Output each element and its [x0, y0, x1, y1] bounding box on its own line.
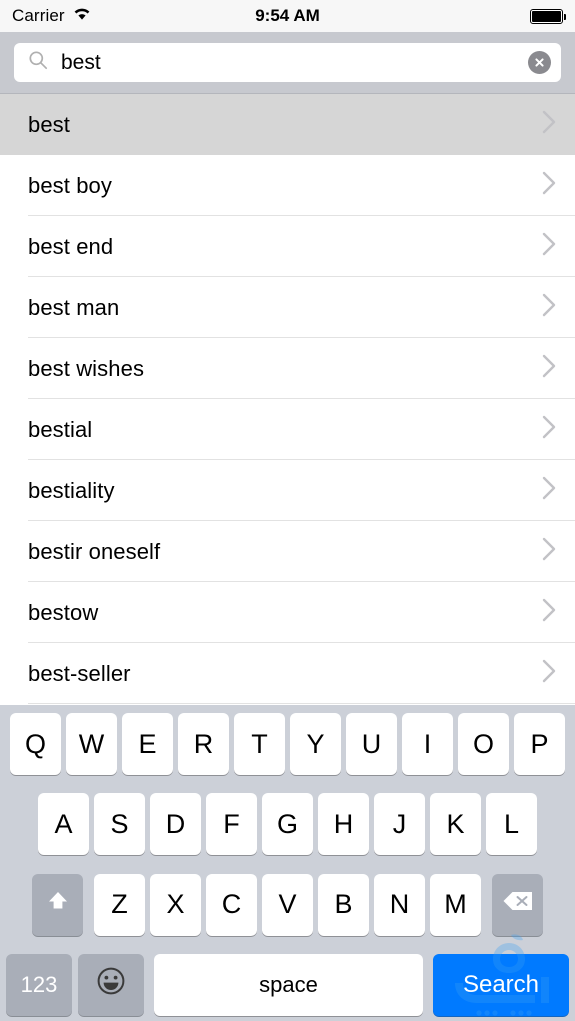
- key-d[interactable]: D: [150, 793, 201, 856]
- result-row[interactable]: best boy: [0, 155, 575, 216]
- key-s[interactable]: S: [94, 793, 145, 856]
- key-c[interactable]: C: [206, 873, 257, 936]
- result-row-label: bestow: [28, 599, 99, 625]
- key-o[interactable]: O: [458, 713, 509, 775]
- result-row[interactable]: bestiality: [0, 460, 575, 521]
- result-row-label: bestir oneself: [28, 538, 161, 564]
- key-g[interactable]: G: [262, 793, 313, 856]
- result-row[interactable]: best end: [0, 216, 575, 277]
- chevron-right-icon: [541, 475, 557, 506]
- search-input-value: best: [61, 52, 101, 73]
- result-row-label: bestiality: [28, 477, 115, 503]
- space-key[interactable]: space: [154, 953, 423, 1016]
- result-row-label: best-seller: [28, 660, 131, 686]
- result-row-label: best: [28, 111, 70, 137]
- keyboard-row-2: ASDFGHJKL: [3, 793, 572, 856]
- chevron-right-icon: [541, 109, 557, 140]
- result-row-label: best end: [28, 233, 114, 259]
- result-row[interactable]: bestow: [0, 582, 575, 643]
- search-results-list[interactable]: best best boy best end best man best wishes b…: [0, 94, 575, 705]
- result-row-label: best man: [28, 294, 120, 320]
- result-row-label: best boy: [28, 172, 112, 198]
- key-j[interactable]: J: [374, 793, 425, 856]
- chevron-right-icon: [541, 414, 557, 445]
- numeric-key[interactable]: 123: [6, 953, 72, 1016]
- key-x[interactable]: X: [150, 873, 201, 936]
- key-b[interactable]: B: [318, 873, 369, 936]
- status-bar-left: Carrier: [12, 6, 92, 26]
- result-row-label: bestial: [28, 416, 93, 442]
- result-row[interactable]: best-seller: [0, 643, 575, 704]
- key-y[interactable]: Y: [290, 713, 341, 775]
- status-bar-right: [530, 8, 566, 24]
- key-u[interactable]: U: [346, 713, 397, 775]
- key-t[interactable]: T: [234, 713, 285, 775]
- search-magnifier-icon: [28, 50, 48, 75]
- status-bar: Carrier 9:54 AM: [0, 0, 575, 32]
- search-key[interactable]: Search: [433, 953, 569, 1016]
- wifi-icon: [72, 6, 92, 26]
- key-n[interactable]: N: [374, 873, 425, 936]
- chevron-right-icon: [541, 170, 557, 201]
- result-row[interactable]: best man: [0, 277, 575, 338]
- key-i[interactable]: I: [402, 713, 453, 775]
- key-k[interactable]: K: [430, 793, 481, 856]
- chevron-right-icon: [541, 292, 557, 323]
- result-row[interactable]: bestial: [0, 399, 575, 460]
- chevron-right-icon: [541, 597, 557, 628]
- result-row[interactable]: bestir oneself: [0, 521, 575, 582]
- chevron-right-icon: [541, 353, 557, 384]
- key-f[interactable]: F: [206, 793, 257, 856]
- search-bar: best: [0, 32, 575, 94]
- result-row[interactable]: best: [0, 94, 575, 155]
- search-input[interactable]: best: [14, 43, 561, 82]
- keyboard-row-3: ZXCVBNM: [3, 873, 572, 936]
- chevron-right-icon: [541, 231, 557, 262]
- result-row-label: best wishes: [28, 355, 145, 381]
- key-p[interactable]: P: [514, 713, 565, 775]
- keyboard-row-1: QWERTYUIOP: [3, 713, 572, 775]
- phone-screen: Carrier 9:54 AM best best best boy best …: [0, 0, 575, 1021]
- backspace-delete-icon: [501, 888, 535, 921]
- result-row[interactable]: best wishes: [0, 338, 575, 399]
- key-m[interactable]: M: [430, 873, 481, 936]
- key-z[interactable]: Z: [94, 873, 145, 936]
- backspace-key[interactable]: [492, 873, 543, 936]
- chevron-right-icon: [541, 658, 557, 689]
- key-w[interactable]: W: [66, 713, 117, 775]
- emoji-key[interactable]: [78, 953, 144, 1016]
- key-v[interactable]: V: [262, 873, 313, 936]
- shift-key[interactable]: [32, 873, 83, 936]
- row-separator: [28, 703, 575, 704]
- emoji-smiley-icon: [95, 965, 127, 1004]
- key-a[interactable]: A: [38, 793, 89, 856]
- clear-circle-x-icon[interactable]: [528, 51, 551, 74]
- shift-up-arrow-icon: [44, 887, 72, 922]
- keyboard-row-4: 123 space Search: [3, 953, 572, 1016]
- key-h[interactable]: H: [318, 793, 369, 856]
- key-e[interactable]: E: [122, 713, 173, 775]
- key-l[interactable]: L: [486, 793, 537, 856]
- carrier-label: Carrier: [12, 6, 65, 25]
- key-r[interactable]: R: [178, 713, 229, 775]
- key-q[interactable]: Q: [10, 713, 61, 775]
- battery-full-icon: [530, 8, 566, 24]
- chevron-right-icon: [541, 536, 557, 567]
- on-screen-keyboard: QWERTYUIOP ASDFGHJKL ZXCVBNM 123 space S…: [0, 705, 575, 1021]
